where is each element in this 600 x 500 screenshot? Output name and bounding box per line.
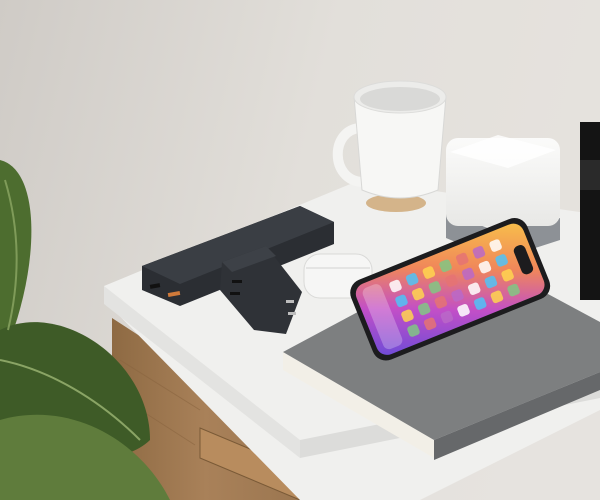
charger-prong [288, 312, 296, 315]
charger-port [232, 280, 242, 283]
charger-port [230, 292, 240, 295]
charger-prong [286, 300, 294, 303]
photo-scene [0, 0, 600, 500]
mug-opening [360, 87, 440, 111]
camera-lens-ring [580, 160, 600, 190]
camera-lens [580, 122, 600, 300]
